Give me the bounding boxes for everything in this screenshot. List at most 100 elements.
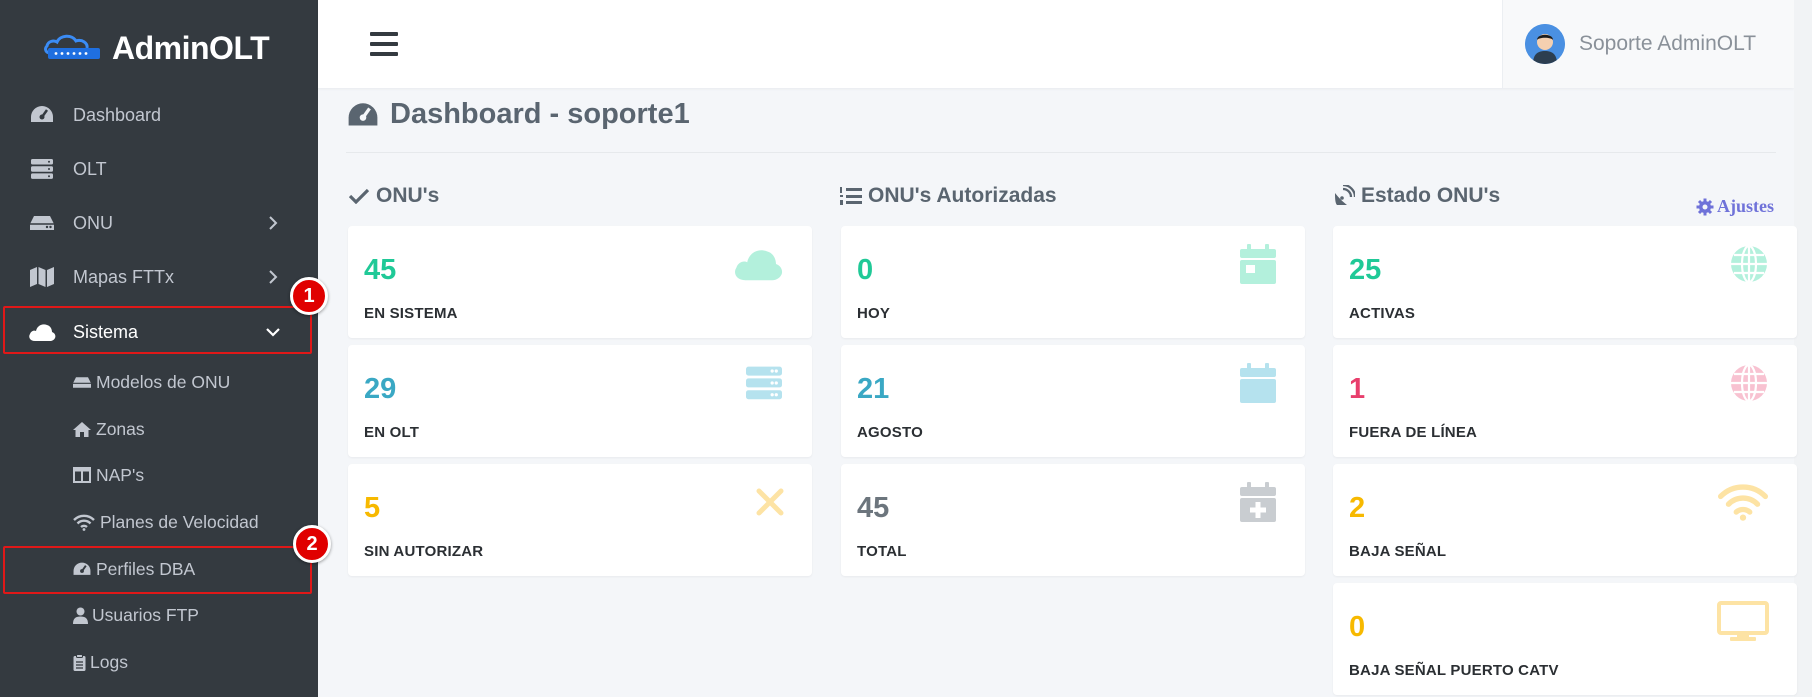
- stat-value: 0: [857, 254, 874, 286]
- avatar: [1525, 24, 1565, 64]
- section-title-text: ONU's Autorizadas: [868, 184, 1057, 207]
- list-ol-icon: [840, 185, 862, 207]
- gear-icon: [1696, 198, 1714, 215]
- stat-label: EN OLT: [364, 424, 420, 441]
- clipboard-icon: [72, 653, 86, 671]
- gauge-icon: [28, 103, 56, 127]
- hamburger-menu-icon[interactable]: [370, 31, 398, 57]
- times-icon: [726, 480, 784, 524]
- columns-icon: [72, 466, 92, 484]
- sidebar-subitem-usuarios-ftp[interactable]: Usuarios FTP: [72, 595, 199, 635]
- stat-label: EN SISTEMA: [364, 305, 458, 322]
- stat-card-hoy[interactable]: 0 HOY: [841, 226, 1305, 338]
- section-title-estado: Estado ONU's: [1333, 184, 1500, 208]
- stat-card-en-sistema[interactable]: 45 EN SISTEMA: [348, 226, 812, 338]
- sidebar-item-mapas-fttx[interactable]: Mapas FTTx: [0, 250, 318, 304]
- wifi-icon: [1711, 480, 1769, 524]
- stat-card-fuera-de-linea[interactable]: 1 FUERA DE LÍNEA: [1333, 345, 1797, 457]
- stat-card-baja-senal[interactable]: 2 BAJA SEÑAL: [1333, 464, 1797, 576]
- step-badge-1: 1: [290, 277, 328, 315]
- chevron-right-icon: [269, 216, 278, 230]
- home-icon: [72, 420, 92, 438]
- stat-value: 25: [1349, 254, 1382, 286]
- stat-value: 29: [364, 373, 397, 405]
- settings-link[interactable]: Ajustes: [1696, 196, 1774, 217]
- sidebar-subitem-label: Modelos de ONU: [96, 371, 231, 392]
- server-icon: [28, 157, 56, 181]
- sidebar-subitem-label: NAP's: [96, 464, 145, 485]
- stat-card-en-olt[interactable]: 29 EN OLT: [348, 345, 812, 457]
- sidebar-item-label: Dashboard: [73, 104, 162, 125]
- sidebar-subitem-zonas[interactable]: Zonas: [72, 409, 145, 449]
- sidebar-subitem-logs[interactable]: Logs: [72, 642, 128, 682]
- stat-value: 0: [1349, 611, 1366, 643]
- page-title-text: Dashboard - soporte1: [390, 98, 690, 130]
- brand-logo-icon: [44, 34, 100, 59]
- chevron-right-icon: [269, 270, 278, 284]
- brand-name: AdminOLT: [112, 29, 270, 66]
- user-name: Soporte AdminOLT: [1579, 32, 1757, 55]
- stat-label: TOTAL: [857, 543, 907, 560]
- stat-value: 5: [364, 492, 381, 524]
- hdd-icon: [72, 373, 92, 391]
- tv-icon: [1711, 599, 1769, 643]
- stat-label: BAJA SEÑAL: [1349, 543, 1447, 560]
- stat-card-agosto[interactable]: 21 AGOSTO: [841, 345, 1305, 457]
- sidebar-subitem-label: Logs: [90, 651, 128, 672]
- sidebar-subitem-label: Zonas: [96, 418, 145, 439]
- stat-value: 2: [1349, 492, 1366, 524]
- sidebar-item-onu[interactable]: ONU: [0, 196, 318, 250]
- highlight-box-perfiles-dba: [3, 546, 312, 594]
- section-title-text: Estado ONU's: [1361, 184, 1501, 207]
- stat-label: ACTIVAS: [1349, 305, 1416, 322]
- calendar-plus-icon: [1219, 480, 1277, 524]
- check-icon: [348, 185, 370, 207]
- section-title-autorizadas: ONU's Autorizadas: [840, 184, 1057, 208]
- stat-card-activas[interactable]: 25 ACTIVAS: [1333, 226, 1797, 338]
- wifi-icon: [72, 513, 96, 531]
- server-icon: [726, 361, 784, 405]
- user-menu[interactable]: Soporte AdminOLT: [1502, 0, 1794, 88]
- satellite-dish-icon: [1333, 185, 1355, 207]
- page-title: Dashboard - soporte1: [346, 98, 690, 131]
- sidebar-subitem-label: Usuarios FTP: [92, 604, 199, 625]
- section-title-text: ONU's: [376, 184, 440, 207]
- globe-icon: [1711, 242, 1769, 286]
- stat-label: HOY: [857, 305, 891, 322]
- section-title-onus: ONU's: [348, 184, 439, 208]
- calendar-icon: [1219, 361, 1277, 405]
- stat-value: 21: [857, 373, 890, 405]
- stat-card-sin-autorizar[interactable]: 5 SIN AUTORIZAR: [348, 464, 812, 576]
- globe-icon: [1711, 361, 1769, 405]
- map-icon: [28, 265, 56, 289]
- sidebar-item-label: Mapas FTTx: [73, 266, 175, 287]
- sidebar-subitem-modelos-onu[interactable]: Modelos de ONU: [72, 362, 230, 402]
- brand[interactable]: AdminOLT: [0, 0, 318, 96]
- stat-label: BAJA SEÑAL PUERTO CATV: [1349, 662, 1559, 679]
- sidebar-item-label: OLT: [73, 158, 107, 179]
- calendar-day-icon: [1219, 242, 1277, 286]
- sidebar-subitem-label: Planes de Velocidad: [100, 511, 259, 532]
- stat-value: 1: [1349, 373, 1366, 405]
- gauge-icon: [348, 102, 378, 125]
- hdd-icon: [28, 211, 56, 235]
- stat-label: FUERA DE LÍNEA: [1349, 424, 1478, 441]
- divider: [346, 152, 1776, 153]
- sidebar-subitem-naps[interactable]: NAP's: [72, 455, 144, 495]
- settings-link-label: Ajustes: [1717, 196, 1774, 216]
- sidebar-item-olt[interactable]: OLT: [0, 142, 318, 196]
- sidebar-item-label: ONU: [73, 212, 113, 233]
- stat-value: 45: [364, 254, 397, 286]
- stat-card-total[interactable]: 45 TOTAL: [841, 464, 1305, 576]
- stat-card-baja-senal-catv[interactable]: 0 BAJA SEÑAL PUERTO CATV: [1333, 583, 1797, 695]
- step-badge-2: 2: [293, 525, 331, 563]
- stat-label: SIN AUTORIZAR: [364, 543, 484, 560]
- cloud-icon: [726, 242, 784, 286]
- user-icon: [72, 606, 88, 624]
- highlight-box-sistema: [3, 306, 312, 354]
- sidebar-item-dashboard[interactable]: Dashboard: [0, 88, 318, 142]
- sidebar-subitem-planes-velocidad[interactable]: Planes de Velocidad: [72, 502, 259, 542]
- stat-label: AGOSTO: [857, 424, 923, 441]
- top-navbar: Soporte AdminOLT: [318, 0, 1794, 88]
- stat-value: 45: [857, 492, 890, 524]
